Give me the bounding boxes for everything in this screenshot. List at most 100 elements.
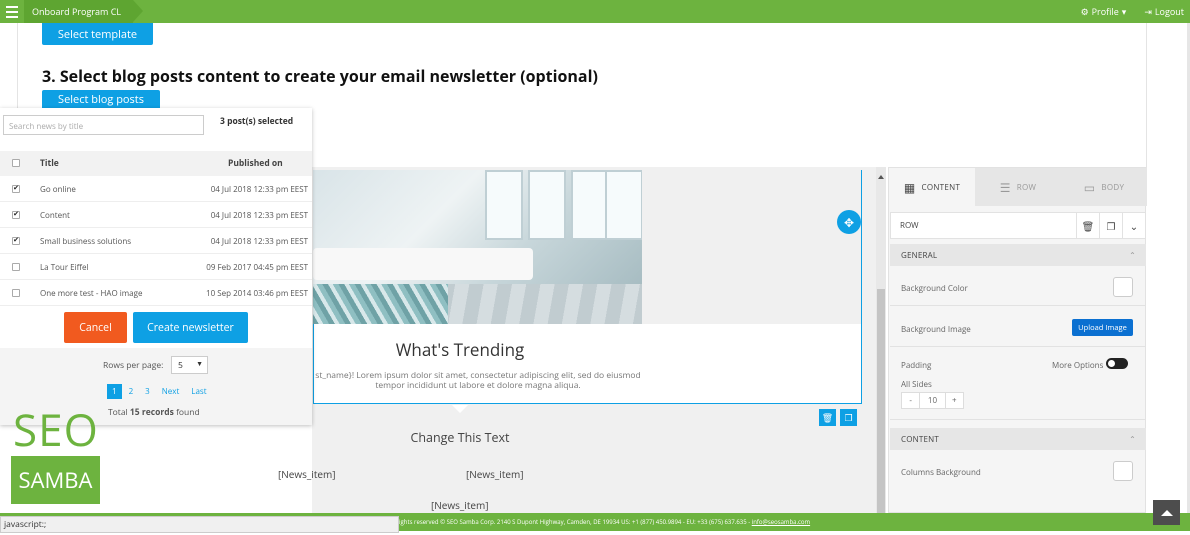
browser-status-bar: javascript:;: [0, 516, 399, 533]
select-all-checkbox[interactable]: [12, 159, 20, 167]
create-newsletter-button[interactable]: Create newsletter: [133, 312, 248, 343]
columns-bg-swatch[interactable]: [1113, 461, 1133, 481]
logout-label: Logout: [1154, 5, 1184, 18]
profile-menu[interactable]: ⚙ Profile ▾: [1081, 5, 1127, 18]
padding-label: Padding: [901, 360, 932, 371]
table-row[interactable]: La Tour Eiffel 09 Feb 2017 04:45 pm EEST: [0, 254, 312, 280]
row-toolbar: ROW 🗑 ❐ ⌄: [890, 212, 1146, 239]
grid-icon: ▦: [903, 178, 916, 196]
news-item-3[interactable]: [News_item]: [431, 498, 489, 512]
bg-image-label: Background Image: [901, 324, 971, 335]
page-next[interactable]: Next: [157, 384, 185, 399]
total-prefix: Total: [108, 407, 128, 418]
select-template-button[interactable]: Select template: [42, 23, 153, 45]
more-options-label: More Options: [1052, 360, 1104, 371]
trending-title[interactable]: What's Trending: [313, 338, 607, 361]
columns-bg-label: Columns Background: [901, 467, 981, 478]
row-date: 10 Sep 2014 03:46 pm EEST: [206, 288, 308, 299]
email-link[interactable]: info@seosamba.com: [752, 518, 810, 526]
all-sides-label: All Sides: [901, 379, 932, 390]
search-input[interactable]: Search news by title: [3, 115, 204, 135]
change-text-heading[interactable]: Change This Text: [380, 429, 540, 446]
selected-row-border: [861, 170, 862, 324]
gear-icon: ⚙: [1080, 5, 1089, 18]
tab-body-label: BODY: [1101, 181, 1125, 193]
total-count: 15 records: [129, 407, 174, 418]
cancel-button[interactable]: Cancel: [64, 312, 127, 343]
row-title: Content: [40, 210, 70, 221]
footer-copyright: ights reserved © SEO Samba Corp. 2140 S …: [399, 518, 810, 526]
row-pointer: [452, 405, 468, 413]
padding-stepper[interactable]: - 10 +: [901, 392, 964, 409]
table-row[interactable]: ✔ Content 04 Jul 2018 12:33 pm EEST: [0, 202, 312, 228]
properties-panel: ▦ CONTENT ☰ ROW ▭ BODY ROW 🗑 ❐ ⌄ GENERAL…: [888, 167, 1147, 513]
duplicate-row-icon[interactable]: ❐: [840, 409, 857, 426]
tab-content-label: CONTENT: [921, 181, 961, 193]
app-title[interactable]: Onboard Program CL: [24, 0, 144, 23]
bg-color-label: Background Color: [901, 283, 968, 294]
content-border-right: [1146, 23, 1147, 168]
stepper-minus[interactable]: -: [902, 393, 919, 408]
row-date: 09 Feb 2017 04:45 pm EEST: [206, 262, 308, 273]
page-last[interactable]: Last: [186, 384, 211, 399]
news-item-1[interactable]: [News_item]: [278, 467, 336, 481]
row-checkbox[interactable]: [12, 263, 20, 271]
lorem-text[interactable]: st_name}! Lorem ipsum dolor sit amet, co…: [313, 371, 643, 391]
table-row[interactable]: ✔ Small business solutions 04 Jul 2018 1…: [0, 228, 312, 254]
general-section-header[interactable]: GENERAL ⌃: [890, 244, 1146, 266]
logout-link[interactable]: ⇥ Logout: [1144, 5, 1184, 18]
table-row[interactable]: ✔ Go online 04 Jul 2018 12:33 pm EEST: [0, 176, 312, 202]
menu-icon[interactable]: [0, 0, 24, 23]
row-title: La Tour Eiffel: [40, 262, 89, 273]
total-suffix: found: [176, 407, 200, 418]
rows-per-page-select[interactable]: 5 ▼: [171, 356, 208, 374]
scroll-to-top-button[interactable]: [1153, 500, 1180, 525]
trash-icon[interactable]: 🗑: [1076, 213, 1099, 238]
row-checkbox[interactable]: ✔: [12, 185, 20, 193]
editor-scrollbar[interactable]: [876, 167, 886, 513]
page-2[interactable]: 2: [124, 384, 139, 399]
seo-samba-logo-box: SAMBA: [11, 456, 100, 504]
row-checkbox[interactable]: ✔: [12, 237, 20, 245]
row-title: One more test - HAO image: [40, 288, 143, 299]
total-records: Total 15 records found: [108, 407, 200, 418]
bg-color-swatch[interactable]: [1113, 277, 1133, 297]
seo-samba-logo: SEO: [13, 399, 99, 459]
lorem-line-2: tempor incididunt ut labore et dolore ma…: [375, 380, 581, 391]
selected-count: 3 post(s) selected: [220, 116, 294, 127]
stepper-value[interactable]: 10: [919, 393, 946, 408]
row-label: ROW: [900, 220, 919, 231]
content-section-header[interactable]: CONTENT ⌃: [890, 428, 1146, 450]
table-row[interactable]: One more test - HAO image 10 Sep 2014 03…: [0, 280, 312, 306]
row-date: 04 Jul 2018 12:33 pm EEST: [210, 184, 308, 195]
tab-row[interactable]: ☰ ROW: [975, 168, 1061, 206]
delete-row-icon[interactable]: 🗑: [819, 409, 836, 426]
pagination: 1 2 3 Next Last: [107, 384, 212, 399]
stepper-plus[interactable]: +: [946, 393, 963, 408]
selected-row-content[interactable]: [313, 324, 862, 404]
profile-label: Profile: [1091, 5, 1119, 18]
copy-icon[interactable]: ❐: [1099, 213, 1122, 238]
page-3[interactable]: 3: [140, 384, 155, 399]
scroll-thumb[interactable]: [877, 289, 885, 513]
content-border: [17, 23, 18, 108]
title-column-header[interactable]: Title: [40, 158, 59, 169]
scroll-up-icon[interactable]: [878, 175, 884, 179]
general-label: GENERAL: [901, 249, 938, 261]
news-item-2[interactable]: [News_item]: [466, 467, 524, 481]
move-icon[interactable]: ✥: [837, 210, 861, 234]
upload-image-button[interactable]: Upload Image: [1072, 319, 1133, 336]
more-options-toggle[interactable]: [1106, 358, 1128, 369]
chevron-down-icon[interactable]: ⌄: [1122, 213, 1145, 238]
tab-body[interactable]: ▭ BODY: [1061, 168, 1147, 206]
chevron-down-icon: ▼: [196, 360, 203, 369]
row-checkbox[interactable]: ✔: [12, 211, 20, 219]
row-date: 04 Jul 2018 12:33 pm EEST: [210, 236, 308, 247]
row-checkbox[interactable]: [12, 289, 20, 297]
select-blog-posts-button[interactable]: Select blog posts: [42, 90, 160, 108]
step-heading: 3. Select blog posts content to create y…: [42, 65, 598, 87]
published-column-header[interactable]: Published on: [228, 158, 283, 169]
tab-content[interactable]: ▦ CONTENT: [889, 168, 975, 206]
body-icon: ▭: [1083, 178, 1096, 196]
page-1[interactable]: 1: [107, 384, 122, 399]
